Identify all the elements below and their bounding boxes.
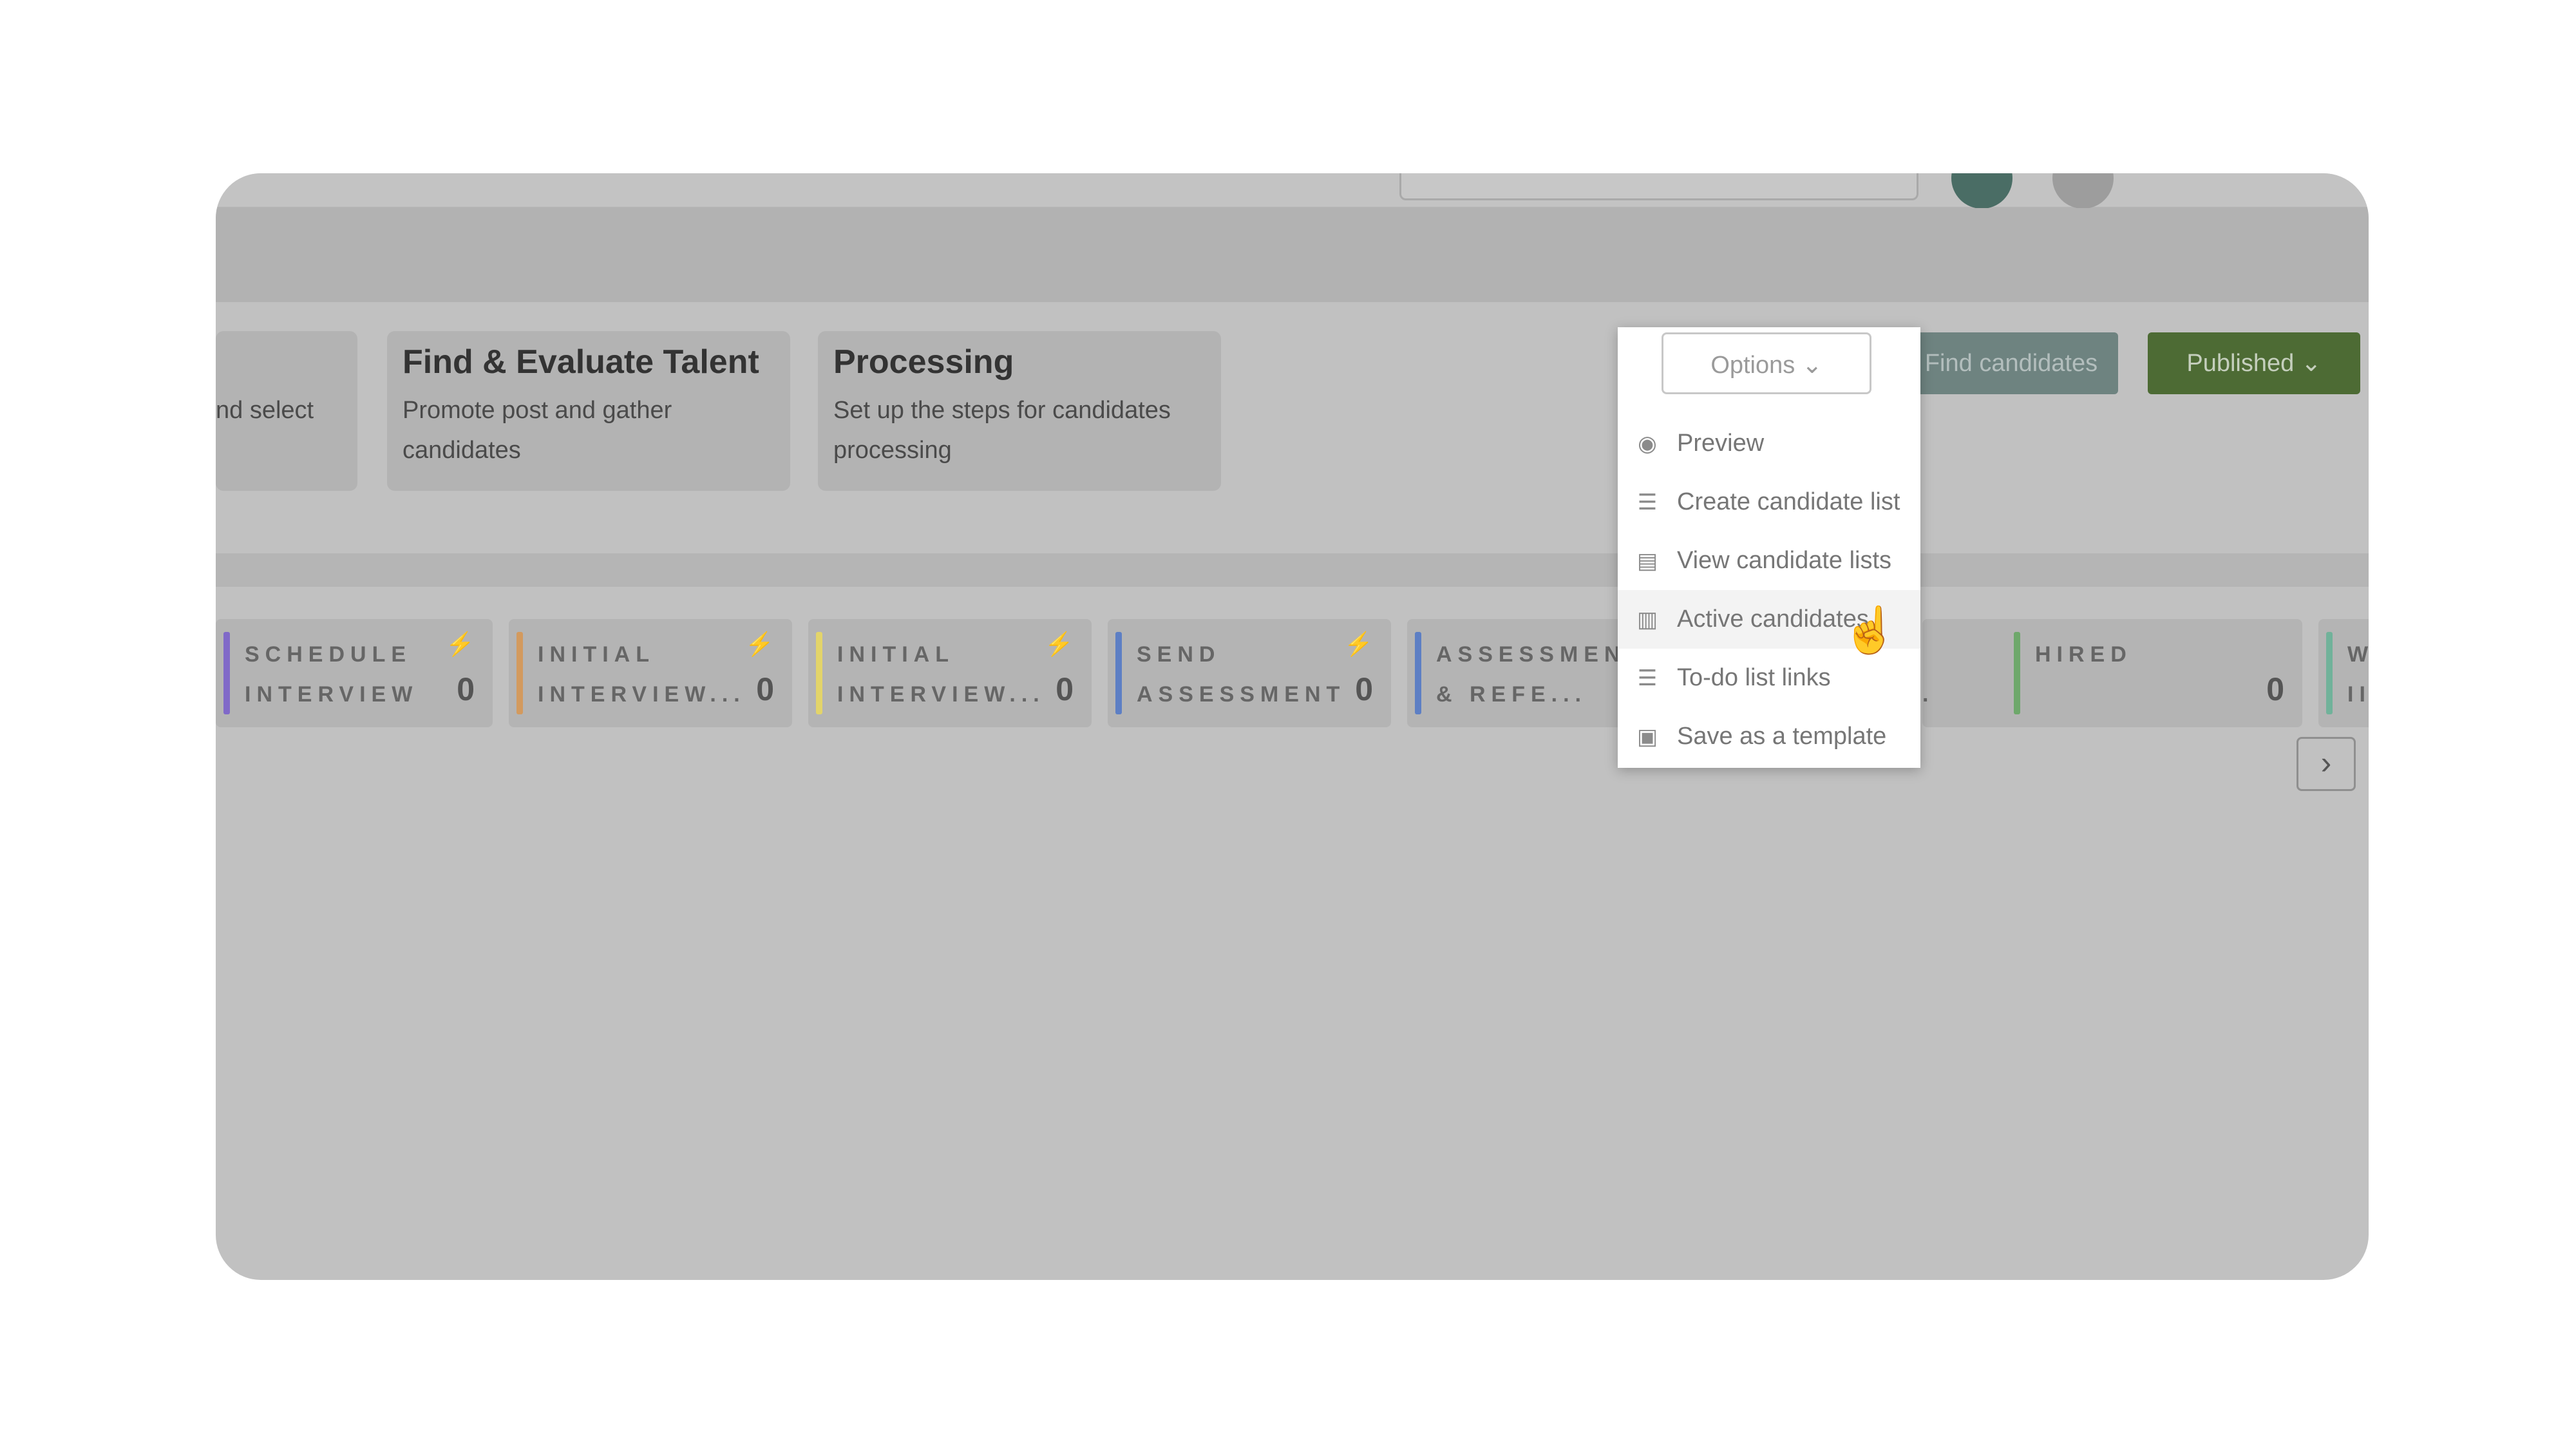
template-icon: ▣ bbox=[1636, 724, 1658, 749]
find-candidates-button[interactable]: Find candidates bbox=[1904, 332, 2118, 394]
stage-count: 0 bbox=[1056, 671, 1074, 707]
step-description: Promote post and gather candidates bbox=[402, 397, 672, 464]
automation-bolt-icon: ⚡ bbox=[745, 631, 774, 657]
step-title: Find & Evaluate Talent bbox=[402, 343, 759, 381]
pipeline-stage[interactable]: INITIAL INTERVIEW... ⚡ 0 bbox=[808, 619, 1092, 727]
stage-color-bar bbox=[2014, 632, 2020, 714]
stage-count: 0 bbox=[756, 671, 774, 707]
options-button[interactable]: Options ⌄ bbox=[1662, 332, 1871, 394]
menu-item-create-candidate-list[interactable]: ☰ Create candidate list bbox=[1618, 473, 1920, 531]
published-label: Published bbox=[2186, 350, 2295, 377]
hand-cursor-icon: ☝ bbox=[1842, 605, 1899, 655]
sub-header-bar bbox=[216, 208, 2369, 302]
menu-item-label: Active candidates bbox=[1677, 606, 1869, 633]
stage-color-bar bbox=[223, 632, 230, 714]
stage-name: HIRED bbox=[2035, 642, 2132, 667]
stage-name: SCHEDULE INTERVIEW bbox=[245, 642, 419, 707]
step-card-processing[interactable]: Processing Set up the steps for candidat… bbox=[818, 331, 1221, 491]
stage-count: 0 bbox=[2266, 671, 2284, 707]
document-icon: ▥ bbox=[1636, 607, 1658, 632]
stage-count: 0 bbox=[1355, 671, 1373, 707]
stage-color-bar bbox=[516, 632, 523, 714]
stage-color-bar bbox=[1115, 632, 1122, 714]
chevron-right-icon: › bbox=[2320, 745, 2332, 781]
menu-item-label: Save as a template bbox=[1677, 723, 1887, 750]
chevron-down-icon: ⌄ bbox=[2300, 350, 2322, 377]
menu-item-label: Preview bbox=[1677, 430, 1765, 457]
menu-item-label: View candidate lists bbox=[1677, 547, 1892, 574]
document-search-icon: ▤ bbox=[1636, 548, 1658, 573]
menu-item-save-as-template[interactable]: ▣ Save as a template bbox=[1618, 707, 1920, 766]
search-input[interactable] bbox=[1399, 173, 1918, 200]
pipeline-stage[interactable]: W II bbox=[2318, 619, 2369, 727]
stage-name: INITIAL INTERVIEW... bbox=[538, 642, 746, 707]
menu-item-label: To-do list links bbox=[1677, 664, 1831, 691]
stage-color-bar bbox=[816, 632, 822, 714]
automation-bolt-icon: ⚡ bbox=[1045, 631, 1074, 657]
stage-color-bar bbox=[1415, 632, 1421, 714]
pipeline-stage[interactable]: SCHEDULE INTERVIEW ⚡ 0 bbox=[216, 619, 493, 727]
published-status-button[interactable]: Published ⌄ bbox=[2148, 332, 2360, 394]
stage-name: ASSESSMENT & REFE... bbox=[1436, 642, 1645, 707]
stage-name: SEND ASSESSMENT bbox=[1137, 642, 1346, 707]
avatar[interactable] bbox=[2052, 173, 2114, 209]
step-card[interactable]: nd select bbox=[216, 331, 357, 491]
menu-item-label: Create candidate list bbox=[1677, 488, 1900, 515]
avatar[interactable] bbox=[1951, 173, 2012, 209]
stage-name: W II bbox=[2347, 642, 2369, 707]
menu-item-preview[interactable]: ◉ Preview bbox=[1618, 414, 1920, 473]
list-icon: ☰ bbox=[1637, 665, 1658, 691]
pipeline-stage[interactable]: SEND ASSESSMENT ⚡ 0 bbox=[1108, 619, 1391, 727]
options-dropdown: Options ⌄ ◉ Preview ☰ Create candidate l… bbox=[1618, 327, 1920, 768]
app-window: nd select Find & Evaluate Talent Promote… bbox=[216, 173, 2369, 1280]
next-stages-button[interactable]: › bbox=[2297, 737, 2356, 791]
step-description: Set up the steps for candidates processi… bbox=[833, 397, 1171, 464]
chevron-down-icon: ⌄ bbox=[1801, 352, 1823, 379]
menu-item-view-candidate-lists[interactable]: ▤ View candidate lists bbox=[1618, 531, 1920, 590]
menu-item-todo-list-links[interactable]: ☰ To-do list links bbox=[1618, 649, 1920, 707]
list-icon: ☰ bbox=[1637, 490, 1658, 515]
step-card-find-evaluate[interactable]: Find & Evaluate Talent Promote post and … bbox=[387, 331, 790, 491]
section-divider bbox=[216, 553, 2369, 587]
options-label: Options bbox=[1710, 352, 1795, 379]
pipeline-stage[interactable]: HIRED 0 bbox=[2006, 619, 2302, 727]
step-title: Processing bbox=[833, 343, 1014, 381]
stage-count: 0 bbox=[457, 671, 475, 707]
top-bar bbox=[216, 173, 2369, 209]
eye-icon: ◉ bbox=[1638, 431, 1657, 456]
automation-bolt-icon: ⚡ bbox=[446, 631, 475, 657]
stage-name: INITIAL INTERVIEW... bbox=[837, 642, 1045, 707]
pipeline-stage[interactable]: INITIAL INTERVIEW... ⚡ 0 bbox=[509, 619, 792, 727]
automation-bolt-icon: ⚡ bbox=[1344, 631, 1373, 657]
stage-color-bar bbox=[2326, 632, 2333, 714]
step-description: nd select bbox=[216, 397, 314, 424]
stage-name: . bbox=[1922, 682, 1935, 707]
